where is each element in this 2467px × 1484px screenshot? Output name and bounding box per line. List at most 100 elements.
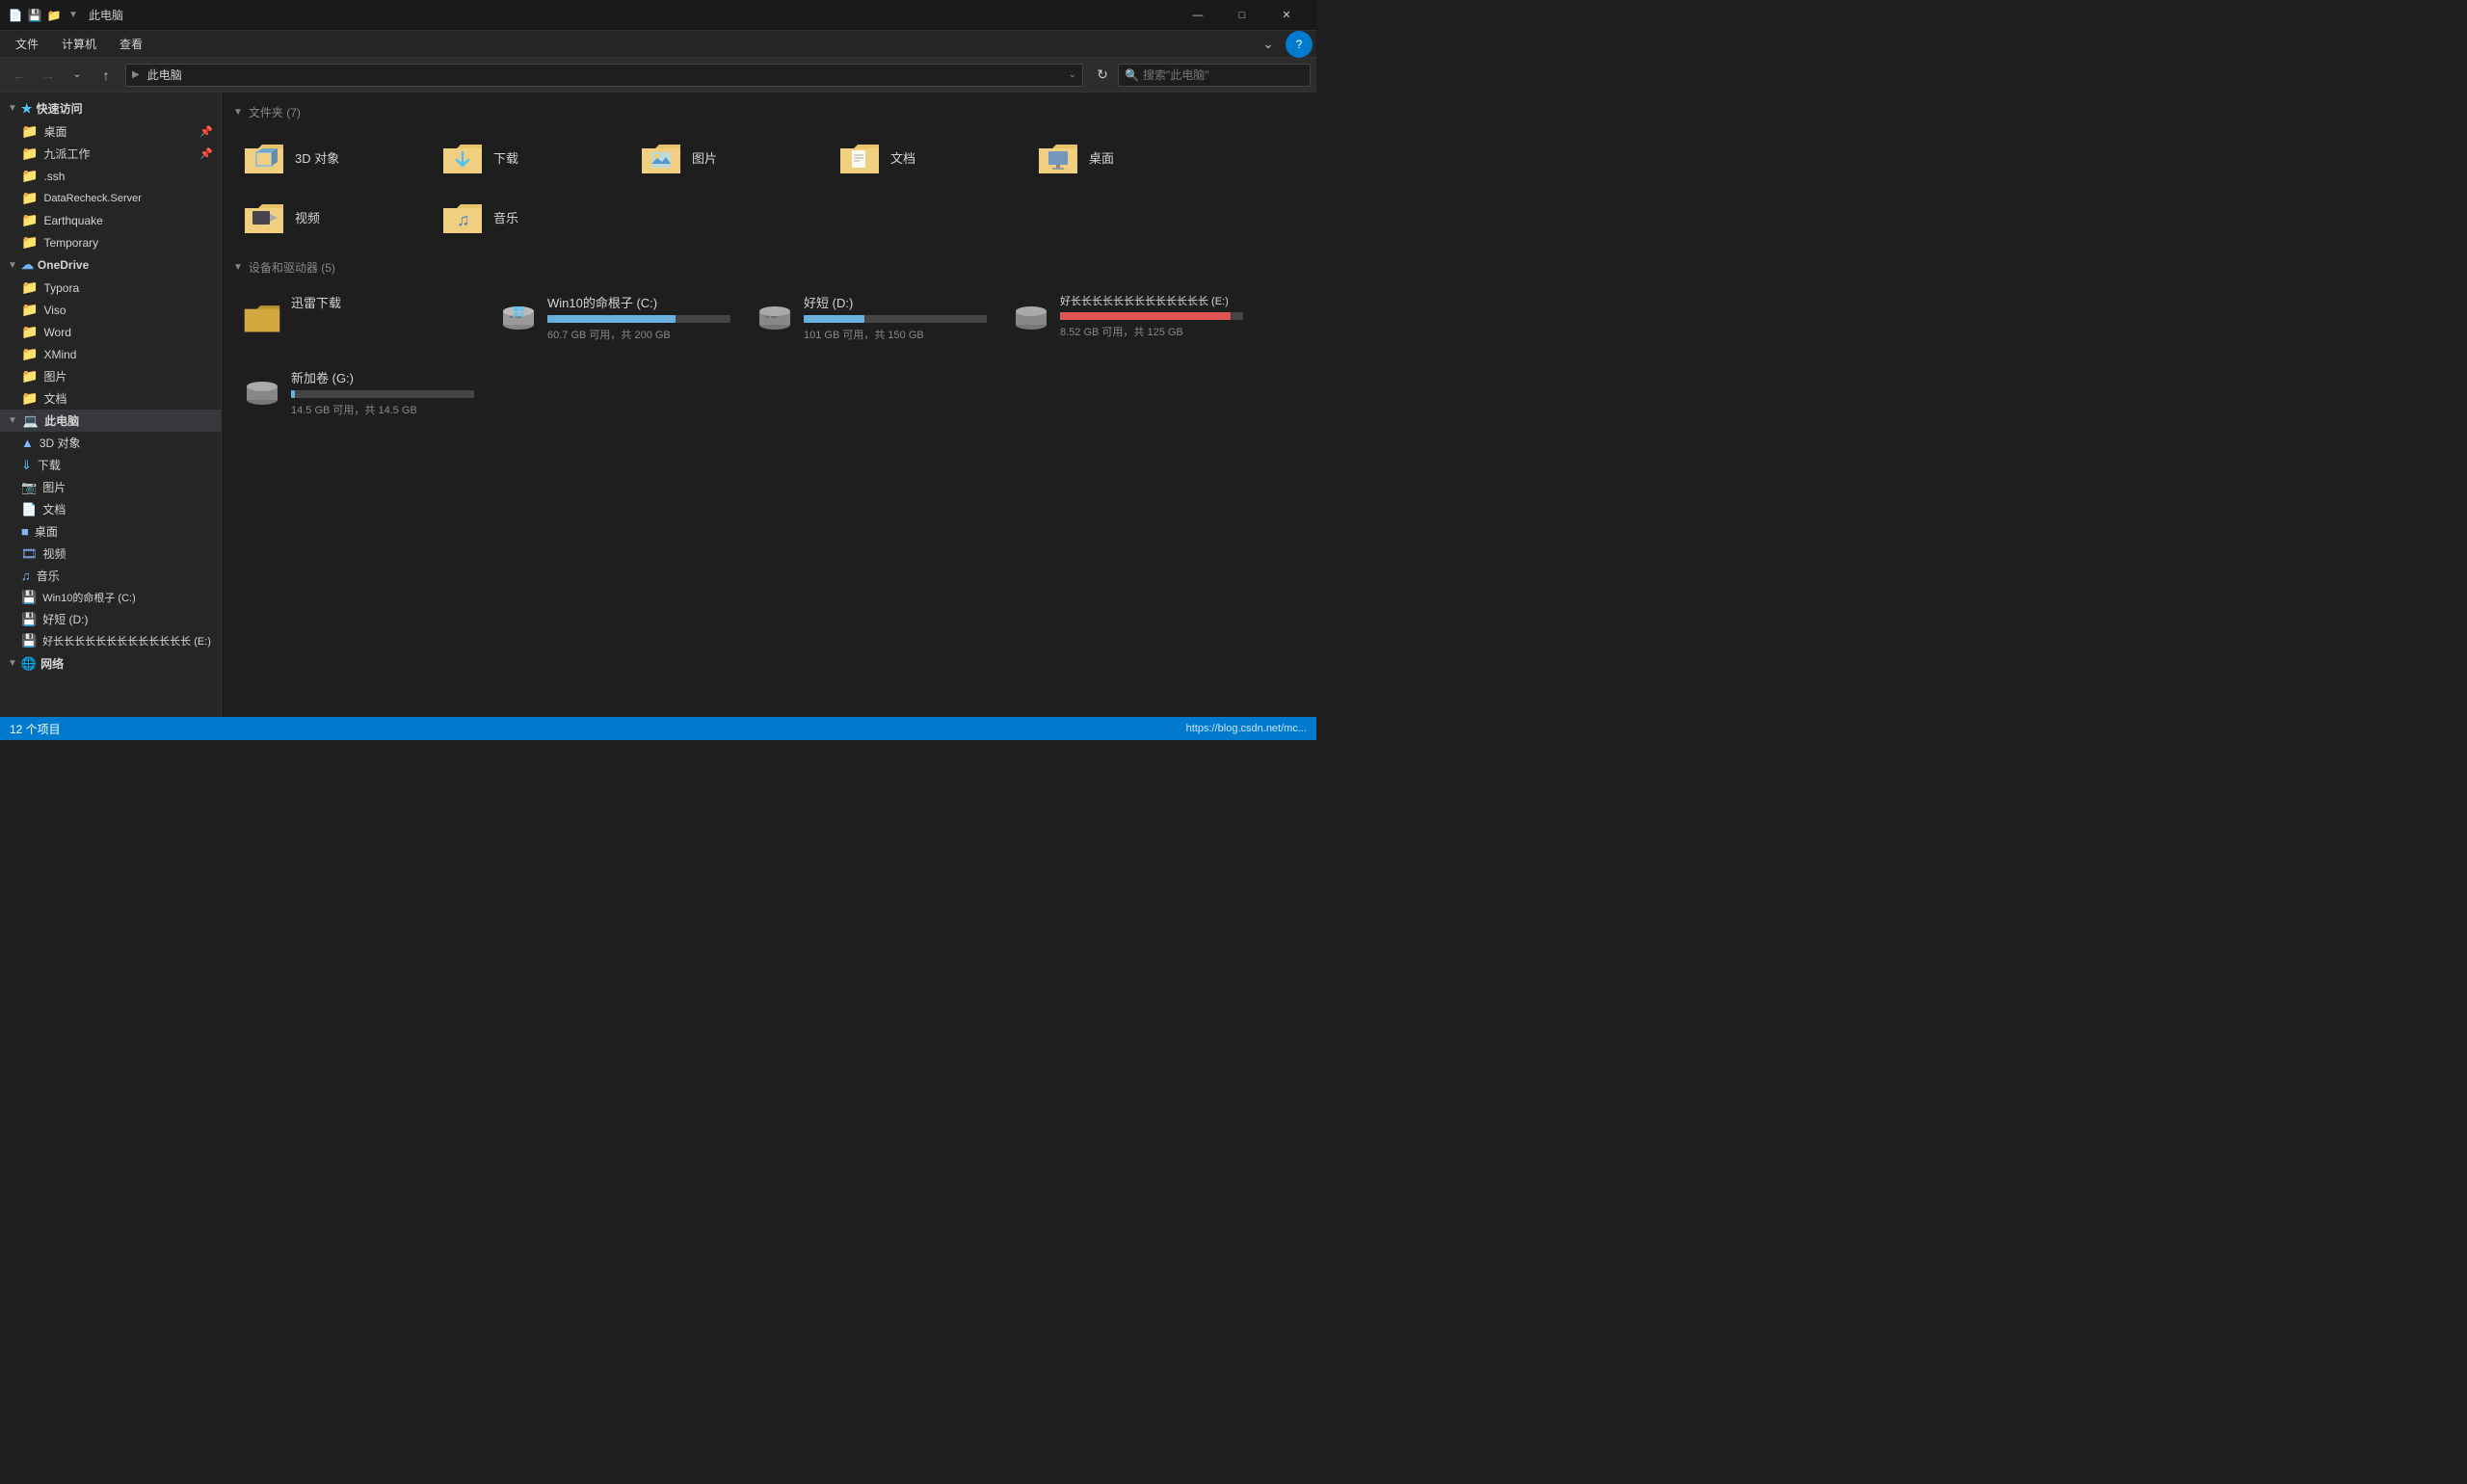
folder-yellow-icon-docs: 📁 (21, 390, 38, 407)
sidebar-item-documents[interactable]: 📄 文档 (0, 498, 221, 520)
folder-item-music[interactable]: ♫ 音乐 (432, 190, 624, 244)
drive-item-d[interactable]: 好短 (D:) 101 GB 可用，共 150 GB (746, 285, 996, 355)
sidebar-item-label-viso: Viso (43, 304, 66, 317)
help-button[interactable]: ? (1286, 31, 1313, 58)
search-input[interactable] (1143, 68, 1304, 82)
sidebar-item-docs-onedrive[interactable]: 📁 文档 (0, 387, 221, 410)
folder-name-music: 音乐 (493, 208, 518, 226)
statusbar: 12 个项目 https://blog.csdn.net/mc... (0, 717, 1316, 740)
menu-computer[interactable]: 计算机 (50, 32, 108, 56)
folder-item-3d[interactable]: 3D 对象 (233, 130, 426, 184)
sidebar-computer-header[interactable]: ▼ 💻 此电脑 (0, 410, 221, 432)
g-drive-info: 新加卷 (G:) 14.5 GB 可用，共 14.5 GB (291, 368, 474, 417)
app-icon-dropdown[interactable]: ▼ (66, 8, 81, 23)
quick-access-star-icon: ★ (21, 101, 33, 117)
drive-item-c[interactable]: Win10的命根子 (C:) 60.7 GB 可用，共 200 GB (490, 285, 740, 355)
sidebar-quick-access-header[interactable]: ▼ ★ 快速访问 (0, 96, 221, 120)
folder-yellow-icon-datarecheck: 📁 (21, 190, 38, 206)
folder-yellow-icon-earthquake: 📁 (21, 212, 38, 228)
search-icon: 🔍 (1125, 68, 1139, 82)
address-text: 此电脑 (147, 66, 182, 83)
folder-documents-icon (838, 136, 881, 178)
drive-item-e[interactable]: 好长长长长长长长长长长长长长 (E:) 8.52 GB 可用，共 125 GB (1002, 285, 1253, 355)
sidebar-item-pictures[interactable]: 📷 图片 (0, 476, 221, 498)
sidebar-item-datarecheck[interactable]: 📁 DataRecheck.Server (0, 187, 221, 209)
d-drive-icon (756, 297, 794, 335)
folder-downloads-icon (441, 136, 484, 178)
close-button[interactable]: ✕ (1264, 0, 1309, 31)
sidebar-item-label-c: Win10的命根子 (C:) (42, 590, 136, 605)
back-button[interactable]: ← (6, 62, 33, 89)
drives-grid: 迅雷下载 (233, 285, 1305, 430)
folder-name-downloads: 下载 (493, 148, 518, 167)
up-button[interactable]: ↑ (93, 62, 119, 89)
folder-name-documents: 文档 (890, 148, 915, 167)
minimize-button[interactable]: — (1176, 0, 1220, 31)
sidebar-item-label-earthquake: Earthquake (43, 214, 102, 227)
sidebar-item-pics-onedrive[interactable]: 📁 图片 (0, 365, 221, 387)
folder-item-downloads[interactable]: 下载 (432, 130, 624, 184)
forward-button[interactable]: → (35, 62, 62, 89)
sidebar-item-video[interactable]: 🎞 视频 (0, 543, 221, 565)
maximize-button[interactable]: □ (1220, 0, 1264, 31)
sidebar-item-music[interactable]: ♫ 音乐 (0, 565, 221, 587)
c-drive-stats: 60.7 GB 可用，共 200 GB (547, 327, 730, 342)
3d-icon-sm: ▲ (21, 436, 34, 450)
menubar: 文件 计算机 查看 ⌄ ? (0, 31, 1316, 58)
menu-file[interactable]: 文件 (4, 32, 50, 56)
video-icon-sm: 🎞 (21, 546, 38, 562)
sidebar-item-label-d: 好短 (D:) (42, 611, 88, 627)
sidebar-item-viso[interactable]: 📁 Viso (0, 299, 221, 321)
sidebar-item-word[interactable]: 📁 Word (0, 321, 221, 343)
sidebar-item-label-e: 好长长长长长长长长长长长长长 (E:) (42, 633, 211, 649)
folders-grid: 3D 对象 下载 (233, 130, 1305, 244)
sidebar-item-xmind[interactable]: 📁 XMind (0, 343, 221, 365)
g-drive-icon (243, 372, 281, 411)
sidebar-item-downloads[interactable]: ⇓ 下载 (0, 454, 221, 476)
address-chevron-icon[interactable]: ⌄ (1069, 69, 1076, 80)
down-button[interactable]: ⌄ (64, 62, 91, 89)
onedrive-cloud-icon: ☁ (21, 257, 34, 273)
menu-view[interactable]: 查看 (108, 32, 154, 56)
sidebar-item-temporary[interactable]: 📁 Temporary (0, 231, 221, 253)
statusbar-items-count: 12 个项目 (10, 721, 61, 737)
folder-item-pictures[interactable]: 图片 (630, 130, 823, 184)
sidebar-item-desktop-computer[interactable]: ■ 桌面 (0, 520, 221, 543)
address-bar[interactable]: ▶ 此电脑 ⌄ (125, 64, 1083, 87)
refresh-button[interactable]: ↻ (1089, 62, 1116, 89)
sidebar-item-d-drive[interactable]: 💾 好短 (D:) (0, 608, 221, 630)
menu-expand-button[interactable]: ⌄ (1255, 31, 1282, 58)
sidebar-item-label-desktop: 桌面 (43, 123, 66, 140)
c-drive-icon (499, 297, 538, 335)
sidebar-chevron-icon: ▼ (8, 103, 17, 114)
sidebar-item-typora[interactable]: 📁 Typora (0, 277, 221, 299)
sidebar-item-3d[interactable]: ▲ 3D 对象 (0, 432, 221, 454)
sidebar-network-header[interactable]: ▼ 🌐 网络 (0, 651, 221, 676)
sidebar-item-jiupai[interactable]: 📁 九派工作 📌 (0, 143, 221, 165)
sidebar-item-desktop[interactable]: 📁 桌面 📌 (0, 120, 221, 143)
download-icon-sm: ⇓ (21, 458, 32, 473)
drives-section-header[interactable]: ▼ 设备和驱动器 (5) (233, 259, 1305, 276)
sidebar-item-c-drive[interactable]: 💾 Win10的命根子 (C:) (0, 587, 221, 608)
folder-item-documents[interactable]: 文档 (829, 130, 1021, 184)
folder-name-desktop: 桌面 (1089, 148, 1114, 167)
sidebar-item-e-drive[interactable]: 💾 好长长长长长长长长长长长长长 (E:) (0, 630, 221, 651)
folder-item-video[interactable]: 视频 (233, 190, 426, 244)
folder-yellow-icon-ssh: 📁 (21, 168, 38, 184)
sidebar-item-earthquake[interactable]: 📁 Earthquake (0, 209, 221, 231)
thunder-drive-info: 迅雷下载 (291, 293, 474, 315)
drive-item-thunder[interactable]: 迅雷下载 (233, 285, 484, 355)
app-icon-file: 📄 (8, 8, 23, 23)
search-box[interactable]: 🔍 (1118, 64, 1311, 87)
sidebar-item-ssh[interactable]: 📁 .ssh (0, 165, 221, 187)
e-drive-icon (1012, 297, 1050, 335)
folder-item-desktop[interactable]: 桌面 (1027, 130, 1220, 184)
drive-item-g[interactable]: 新加卷 (G:) 14.5 GB 可用，共 14.5 GB (233, 360, 484, 430)
folders-section-header[interactable]: ▼ 文件夹 (7) (233, 104, 1305, 120)
sidebar-onedrive-header[interactable]: ▼ ☁ OneDrive (0, 253, 221, 277)
app-icon-save: 💾 (27, 8, 42, 23)
sidebar-item-label-docs: 文档 (43, 390, 66, 407)
c-drive-bar-bg (547, 315, 730, 323)
thunder-drive-name: 迅雷下载 (291, 293, 474, 311)
sidebar-item-label-documents: 文档 (42, 501, 66, 517)
